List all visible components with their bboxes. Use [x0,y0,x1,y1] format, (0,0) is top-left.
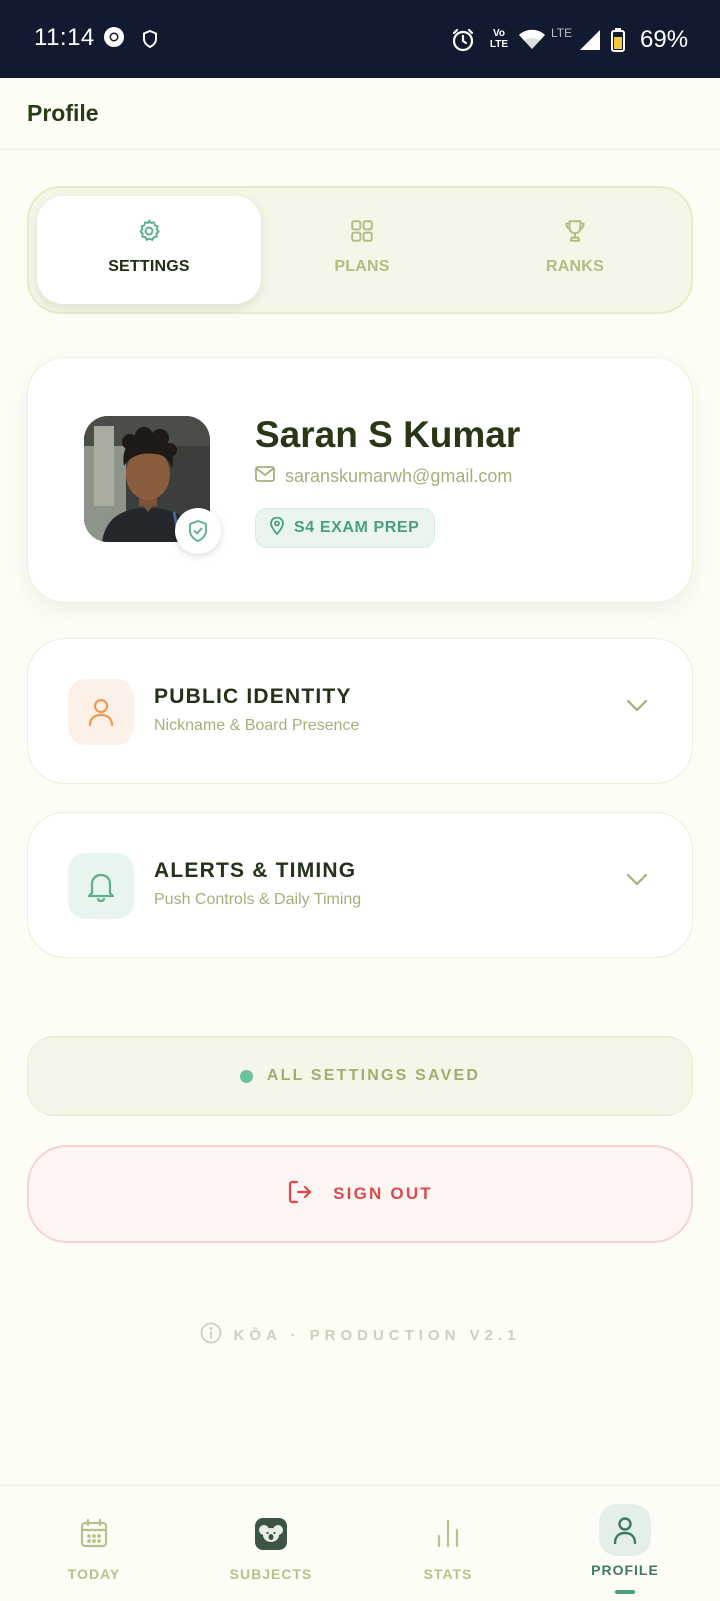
tab-ranks[interactable]: RANKS [463,196,687,304]
user-icon-box [68,679,134,745]
info-icon [200,1322,222,1349]
signal-icon [579,30,601,55]
email-row: saranskumarwh@gmail.com [255,466,512,487]
profile-tabs: SETTINGS PLANS RANKS [27,186,693,314]
koala-icon [255,1518,287,1555]
battery-percent: 69% [640,26,689,53]
trophy-icon [562,218,588,249]
public-identity-section[interactable]: PUBLIC IDENTITY Nickname & Board Presenc… [27,638,693,784]
save-status-text: ALL SETTINGS SAVED [266,1067,481,1084]
user-icon [88,698,114,727]
vpn-shield-icon [142,29,158,53]
save-status-banner: ALL SETTINGS SAVED [27,1036,693,1116]
tab-ranks-label: RANKS [546,258,604,275]
version-footer: KŌA · PRODUCTION V2.1 [0,1322,720,1349]
lte-label: LTE [551,26,573,40]
chevron-down-icon[interactable] [626,699,648,718]
mail-icon [255,466,275,487]
nav-stats[interactable]: STATS [358,1486,538,1601]
nav-subjects-label: SUBJECTS [229,1566,313,1582]
location-pin-icon [270,516,284,540]
status-time: 11:14 [34,24,95,51]
profile-card: Saran S Kumar saranskumarwh@gmail.com S4… [27,357,693,603]
app-header: Profile [0,78,720,150]
tab-plans[interactable]: PLANS [250,196,474,304]
page-title: Profile [27,100,99,126]
calendar-icon [80,1518,108,1553]
bar-chart-icon [435,1518,461,1553]
shield-check-icon [189,520,207,542]
tab-settings-label: SETTINGS [108,258,190,275]
alerts-timing-title: ALERTS & TIMING [154,859,357,882]
chevron-down-icon[interactable] [626,873,648,892]
exam-tag-label: S4 EXAM PREP [294,519,420,536]
nav-profile-label: PROFILE [591,1562,659,1578]
bell-icon-box [68,853,134,919]
verified-badge [175,508,221,554]
nav-stats-label: STATS [423,1566,473,1582]
status-dot [239,1069,253,1083]
alerts-timing-section[interactable]: ALERTS & TIMING Push Controls & Daily Ti… [27,812,693,958]
wifi-icon [518,28,546,55]
grid-icon [349,218,375,249]
volte-icon: Vo LTE [489,28,509,50]
nav-subjects[interactable]: SUBJECTS [181,1486,361,1601]
bottom-navigation: TODAY SUBJECTS STATS PROFILE [0,1485,720,1600]
nav-active-underline [615,1590,635,1594]
alarm-icon [451,28,475,57]
status-bar: 11:14 Vo LTE LTE 69% [0,0,720,78]
logout-icon [287,1179,313,1210]
version-text: KŌA · PRODUCTION V2.1 [233,1327,521,1344]
tab-settings[interactable]: SETTINGS [37,196,261,304]
tab-plans-label: PLANS [334,258,390,275]
sign-out-button[interactable]: SIGN OUT [27,1145,693,1243]
public-identity-subtitle: Nickname & Board Presence [154,717,360,734]
chrome-icon [103,26,125,53]
person-icon [613,1516,637,1549]
sign-out-label: SIGN OUT [333,1184,433,1203]
bell-icon [87,873,115,902]
alerts-timing-subtitle: Push Controls & Daily Timing [154,891,362,908]
nav-today[interactable]: TODAY [4,1486,184,1601]
profile-email: saranskumarwh@gmail.com [285,466,513,486]
profile-name: Saran S Kumar [255,414,521,455]
exam-tag[interactable]: S4 EXAM PREP [255,508,435,548]
public-identity-title: PUBLIC IDENTITY [154,685,352,708]
gear-icon [136,218,162,249]
nav-today-label: TODAY [67,1566,121,1582]
battery-icon [611,28,625,57]
nav-profile[interactable]: PROFILE [535,1486,715,1601]
